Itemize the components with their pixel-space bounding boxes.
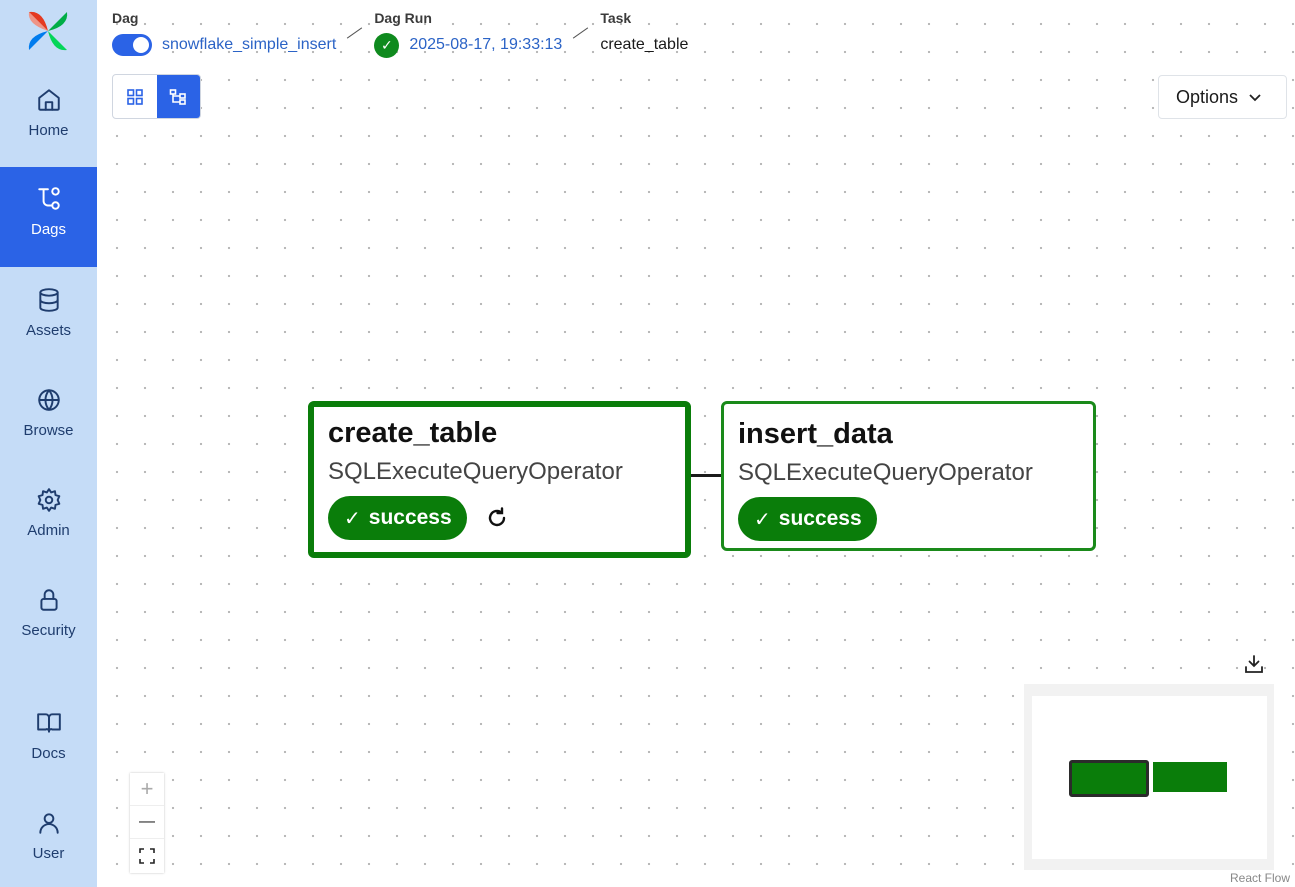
task-node-insert-data[interactable]: insert_data SQLExecuteQueryOperator ✓ su… <box>721 401 1096 551</box>
zoom-out-button[interactable]: — <box>130 806 164 839</box>
task-node-create-table[interactable]: create_table SQLExecuteQueryOperator ✓ s… <box>308 401 691 558</box>
check-icon: ✓ <box>754 508 771 531</box>
status-label: success <box>778 507 862 530</box>
fit-view-icon <box>139 847 155 864</box>
airflow-logo-icon[interactable] <box>25 8 71 54</box>
minus-icon: — <box>139 813 155 830</box>
dag-link[interactable]: snowflake_simple_insert <box>162 36 336 54</box>
home-icon <box>35 86 63 114</box>
task-node-operator: SQLExecuteQueryOperator <box>738 459 1033 486</box>
breadcrumb-separator <box>346 26 364 40</box>
grid-icon <box>126 88 143 105</box>
breadcrumb-task-title: Task <box>600 10 632 26</box>
sidebar-item-label: Browse <box>23 422 74 439</box>
breadcrumb-task: Task create_table <box>600 10 688 60</box>
minimap-node-create-table <box>1069 760 1149 797</box>
sidebar-item-label: Security <box>21 622 76 639</box>
chevron-down-icon <box>1249 94 1261 102</box>
grid-view-button[interactable] <box>113 75 157 118</box>
book-icon <box>35 709 63 737</box>
plus-icon: + <box>140 776 154 801</box>
success-check-icon: ✓ <box>374 32 400 58</box>
sidebar-item-home[interactable]: Home <box>0 68 97 168</box>
database-icon <box>35 286 63 314</box>
zoom-in-button[interactable]: + <box>130 773 164 806</box>
status-badge: ✓ success <box>738 497 877 541</box>
breadcrumb-dag-title: Dag <box>112 10 139 26</box>
breadcrumb-dag-run: Dag Run ✓ 2025-08-17, 19:33:13 <box>374 10 562 60</box>
options-label: Options <box>1176 86 1239 107</box>
user-icon <box>35 809 63 837</box>
view-mode-toggle <box>112 74 201 119</box>
react-flow-attribution[interactable]: React Flow <box>1230 871 1290 885</box>
lock-icon <box>35 586 63 614</box>
dag-enabled-toggle[interactable] <box>112 34 152 56</box>
sidebar-item-docs[interactable]: Docs <box>0 691 97 791</box>
sidebar: Home Dags Assets Browse Admin Security D… <box>0 0 97 887</box>
gear-icon <box>35 486 63 514</box>
minimap-node-insert-data <box>1153 762 1227 792</box>
minimap-viewport <box>1032 696 1267 859</box>
breadcrumb-dag-run-title: Dag Run <box>374 10 432 26</box>
status-label: success <box>368 506 452 529</box>
refresh-icon[interactable] <box>485 506 509 530</box>
globe-icon <box>35 386 63 414</box>
task-node-title: insert_data <box>738 418 893 450</box>
sidebar-item-dags[interactable]: Dags <box>0 167 97 267</box>
minimap[interactable] <box>1024 684 1274 870</box>
sidebar-item-label: Home <box>28 122 69 139</box>
zoom-controls: + — <box>130 773 164 873</box>
breadcrumb: Dag snowflake_simple_insert Dag Run ✓ 20… <box>112 10 688 60</box>
status-badge: ✓ success <box>328 496 467 540</box>
sidebar-item-label: Admin <box>27 522 70 539</box>
task-node-title: create_table <box>328 417 498 449</box>
dags-icon <box>35 185 63 213</box>
sidebar-item-user[interactable]: User <box>0 791 97 887</box>
sidebar-item-label: Dags <box>30 221 67 238</box>
dag-run-link[interactable]: 2025-08-17, 19:33:13 <box>409 36 562 54</box>
sidebar-item-assets[interactable]: Assets <box>0 268 97 368</box>
breadcrumb-dag: Dag snowflake_simple_insert <box>112 10 336 60</box>
sidebar-item-security[interactable]: Security <box>0 568 97 668</box>
task-node-operator: SQLExecuteQueryOperator <box>328 458 623 485</box>
download-icon[interactable] <box>1243 653 1265 675</box>
task-name: create_table <box>600 36 689 53</box>
breadcrumb-separator <box>572 26 590 40</box>
sidebar-item-admin[interactable]: Admin <box>0 468 97 568</box>
check-icon: ✓ <box>344 507 361 530</box>
sidebar-item-browse[interactable]: Browse <box>0 368 97 468</box>
sidebar-item-label: User <box>32 845 65 862</box>
fit-view-button[interactable] <box>130 839 164 872</box>
graph-icon <box>169 88 187 105</box>
sidebar-item-label: Docs <box>31 745 66 762</box>
options-dropdown[interactable]: Options <box>1158 75 1287 119</box>
sidebar-item-label: Assets <box>25 322 71 339</box>
graph-view-button[interactable] <box>156 75 200 118</box>
